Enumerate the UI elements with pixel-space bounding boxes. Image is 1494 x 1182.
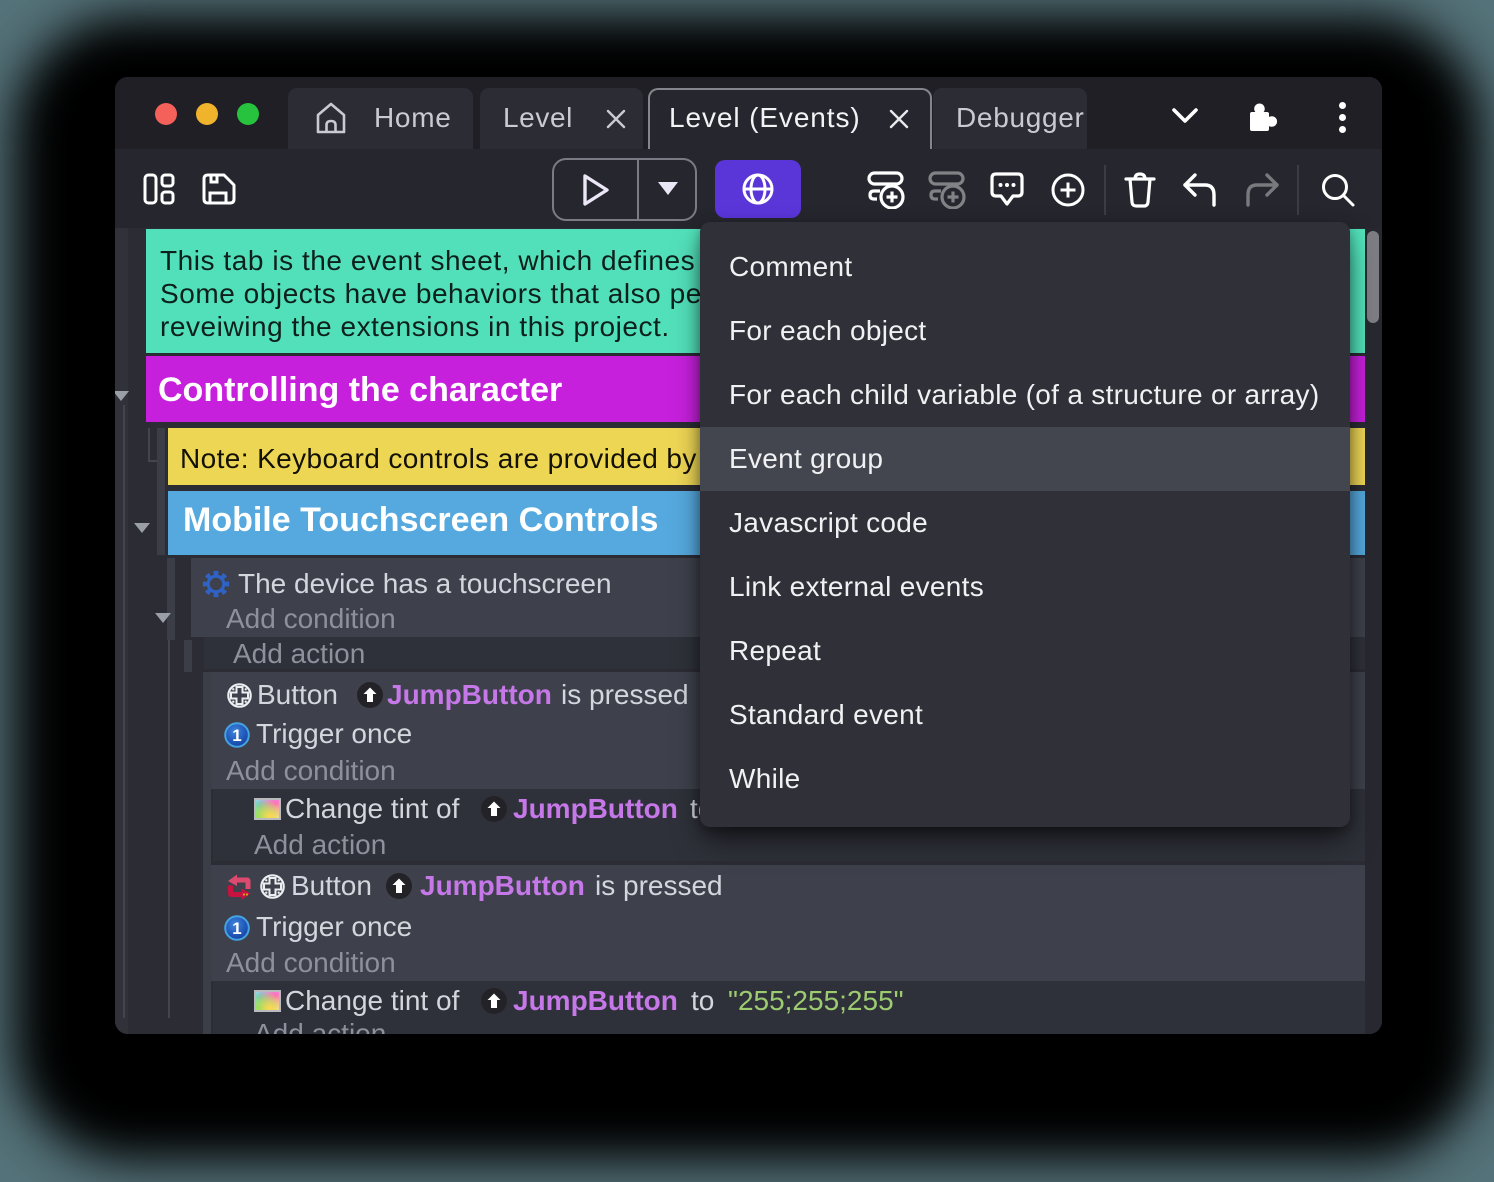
svg-text:1: 1 (232, 919, 241, 938)
svg-text:1: 1 (232, 726, 241, 745)
